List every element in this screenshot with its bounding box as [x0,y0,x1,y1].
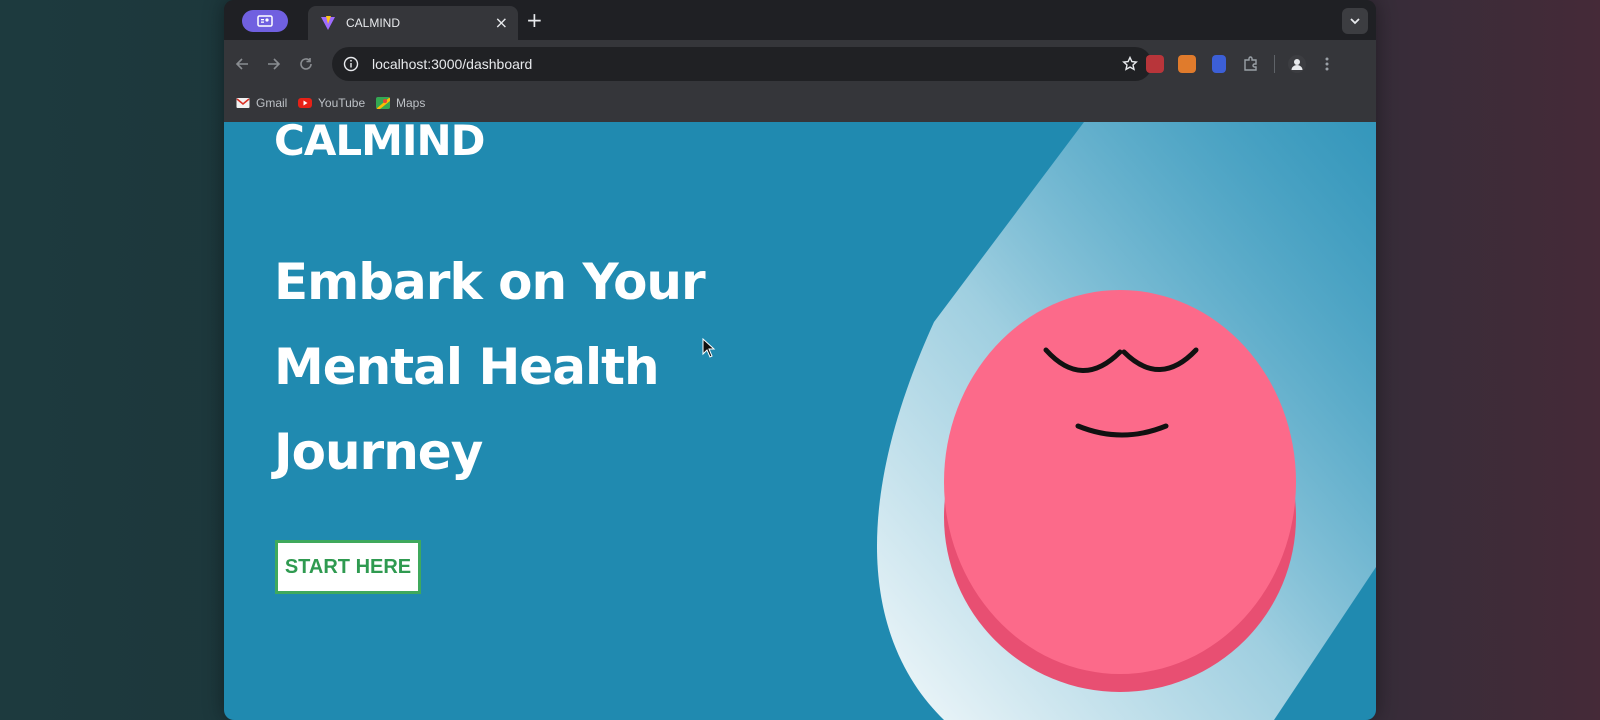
arrow-right-icon [268,58,281,70]
extensions-puzzle-icon[interactable] [1242,55,1260,73]
start-here-button[interactable]: START HERE [275,540,421,594]
url-text[interactable]: localhost:3000/dashboard [372,56,1120,72]
tab-strip: CALMIND × + [224,0,1376,40]
chevron-down-icon [1350,18,1360,25]
tab-calmind[interactable]: CALMIND × [308,6,518,40]
browser-toolbar: localhost:3000/dashboard [224,40,1376,88]
extension-fox-icon[interactable] [1178,55,1196,73]
bookmark-label: Gmail [256,96,288,110]
calm-mascot-illustration [876,122,1376,720]
bookmark-youtube[interactable]: YouTube [298,96,365,110]
forward-button[interactable] [264,54,284,74]
back-button[interactable] [232,54,252,74]
bookmark-label: YouTube [318,96,366,110]
calmind-dashboard-page: CALMIND Embark on Your Mental Health Jou… [224,122,1376,720]
extension-red-icon[interactable] [1146,55,1164,73]
bookmarks-bar: Gmail YouTube Maps [224,88,1376,122]
maps-icon [376,97,390,109]
new-tab-button[interactable]: + [526,8,543,32]
extension-shield-icon[interactable] [1212,55,1226,73]
bookmark-star-icon[interactable] [1120,54,1140,74]
browser-window: CALMIND × + localhost:3000/dashboard Gma… [224,0,1376,720]
bookmark-gmail[interactable]: Gmail [236,96,287,110]
mascot-body [944,290,1296,674]
brand-logo-text[interactable]: CALMIND [274,122,486,165]
hero-headline: Embark on Your Mental Health Journey [274,253,706,481]
reload-button[interactable] [296,54,316,74]
tab-title: CALMIND [346,16,401,30]
tab-close-button[interactable]: × [495,15,508,31]
bookmark-maps[interactable]: Maps [376,96,425,110]
profile-card-icon [257,15,273,27]
bookmark-label: Maps [396,96,426,110]
browser-menu-icon[interactable] [1318,55,1336,73]
youtube-icon [298,98,312,108]
mouse-cursor-icon [702,338,716,358]
profile-switcher-button[interactable] [242,10,288,32]
address-bar[interactable]: localhost:3000/dashboard [332,47,1152,81]
vite-favicon-icon [321,16,335,30]
toolbar-divider [1274,55,1275,73]
reload-icon [300,58,312,70]
account-avatar-icon[interactable] [1288,55,1306,73]
tab-search-button[interactable] [1342,8,1368,34]
site-info-icon[interactable] [342,55,360,73]
gmail-icon [236,98,250,108]
arrow-left-icon [235,58,248,70]
